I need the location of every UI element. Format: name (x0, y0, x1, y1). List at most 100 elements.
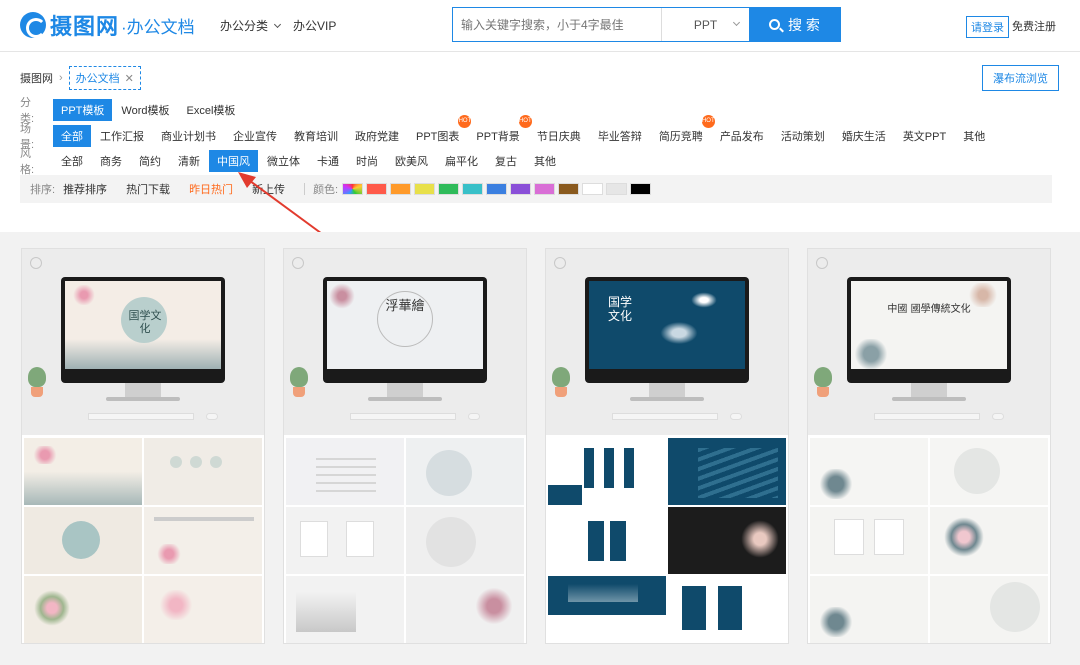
filter-style-option[interactable]: 卡通 (309, 150, 347, 172)
divider (304, 183, 306, 195)
filter-style-option[interactable]: 清新 (170, 150, 208, 172)
filter-style-option[interactable]: 欧美风 (387, 150, 436, 172)
search-icon (769, 19, 781, 30)
color-swatch[interactable] (390, 183, 412, 195)
filter-style-row: 风格: 全部 商务 简约 清新 中国风 微立体 卡通 时尚 欧美风 扁平化 复古 其他 (20, 145, 565, 177)
filter-style-option[interactable]: 微立体 (259, 150, 308, 172)
filter-scene-option[interactable]: 商业计划书 (153, 125, 224, 147)
template-card[interactable]: 国学文化 (21, 248, 265, 644)
breadcrumb-current-tag[interactable]: 办公文档 ✕ (68, 66, 141, 90)
watermark-icon (816, 257, 828, 269)
card-slide-title: 浮華繪 (385, 299, 425, 314)
template-card[interactable]: 中國 國學傳統文化 (807, 248, 1051, 644)
color-swatch[interactable] (414, 183, 436, 195)
top-header: 摄图网 ·办公文档 办公分类 办公VIP PPT 搜 索 请登录 免费注册 (0, 0, 1080, 52)
filter-style-option[interactable]: 全部 (53, 150, 91, 172)
sort-option[interactable]: 昨日热门 (189, 181, 233, 197)
search-type-select[interactable]: PPT (661, 8, 749, 41)
filter-scene-option[interactable]: 工作汇报 (92, 125, 152, 147)
monitor: 浮華繪 (323, 277, 487, 383)
login-button[interactable]: 请登录 (966, 16, 1009, 38)
register-link[interactable]: 免费注册 (1012, 18, 1056, 34)
monitor: 国学文化 (61, 277, 225, 383)
color-swatch[interactable] (606, 183, 628, 195)
filter-style-option[interactable]: 复古 (487, 150, 525, 172)
filter-style-option[interactable]: 中国风 (209, 150, 258, 172)
search-input[interactable] (453, 8, 661, 41)
color-swatch-all[interactable] (342, 183, 364, 195)
color-swatch[interactable] (558, 183, 580, 195)
filter-scene-option[interactable]: 英文PPT (895, 125, 954, 147)
watermark-icon (292, 257, 304, 269)
waterfall-view-button[interactable]: 瀑布流浏览 (982, 65, 1059, 91)
filter-scene-option[interactable]: 其他 (955, 125, 993, 147)
filter-scene-option[interactable]: 活动策划 (773, 125, 833, 147)
logo-text: 摄图网 (50, 14, 120, 40)
nav-office-vip[interactable]: 办公VIP (293, 17, 336, 34)
filter-scene-option[interactable]: PPT背景 HOT (468, 115, 532, 147)
plant-decoration (814, 367, 832, 397)
sort-label: 排序: (30, 184, 56, 196)
filter-scene-option[interactable]: 政府党建 (347, 125, 407, 147)
color-swatch[interactable] (486, 183, 508, 195)
filter-scene-option[interactable]: 毕业答辩 (590, 125, 650, 147)
filter-category-option[interactable]: Word模板 (113, 99, 177, 121)
close-icon[interactable]: ✕ (125, 73, 134, 85)
filter-style-option[interactable]: 简约 (131, 150, 169, 172)
card-thumbnails (22, 436, 264, 643)
chevron-down-icon (274, 20, 282, 29)
filter-style-option[interactable]: 扁平化 (437, 150, 486, 172)
site-logo[interactable]: 摄图网 ·办公文档 (20, 10, 195, 40)
nav-office-category[interactable]: 办公分类 (220, 17, 282, 34)
watermark-icon (30, 257, 42, 269)
watermark-icon (554, 257, 566, 269)
filter-scene-option[interactable]: PPT图表 HOT (408, 115, 472, 147)
filter-scene-option[interactable]: 节日庆典 (529, 125, 589, 147)
search-button[interactable]: 搜 索 (749, 8, 840, 41)
filter-scene-option[interactable]: 教育培训 (286, 125, 346, 147)
card-slide-title: 中國 國學傳統文化 (887, 304, 971, 315)
color-filter-label: 颜色: (313, 184, 339, 196)
color-swatch[interactable] (366, 183, 388, 195)
color-swatch[interactable] (438, 183, 460, 195)
filter-scene-option[interactable]: 企业宣传 (225, 125, 285, 147)
sort-option[interactable]: 推荐排序 (63, 181, 107, 197)
breadcrumb-root[interactable]: 摄图网 (20, 70, 53, 86)
plant-decoration (290, 367, 308, 397)
sort-option[interactable]: 新上传 (252, 181, 285, 197)
monitor: 国学文化 (585, 277, 749, 383)
monitor: 中國 國學傳統文化 (847, 277, 1011, 383)
filter-category-option[interactable]: Excel模板 (179, 99, 244, 121)
color-swatch[interactable] (630, 183, 652, 195)
search-button-label: 搜 索 (788, 16, 820, 33)
color-swatch[interactable] (534, 183, 556, 195)
plant-decoration (28, 367, 46, 397)
filter-scene-option[interactable]: 简历竞聘 HOT (651, 115, 715, 147)
sort-option[interactable]: 热门下载 (126, 181, 170, 197)
logo-subtitle: ·办公文档 (121, 17, 195, 37)
card-thumbnails (546, 436, 788, 643)
filter-style-label: 风格: (20, 148, 35, 176)
filter-style-option[interactable]: 时尚 (348, 150, 386, 172)
breadcrumb: 摄图网 › 办公文档 ✕ (20, 66, 141, 90)
filter-category-option[interactable]: PPT模板 (53, 99, 113, 121)
card-thumbnails (808, 436, 1050, 643)
search-type-value: PPT (693, 17, 718, 32)
template-card[interactable]: 国学文化 (545, 248, 789, 644)
color-swatch[interactable] (582, 183, 604, 195)
color-swatch[interactable] (462, 183, 484, 195)
card-slide-title: 国学文化 (607, 295, 632, 323)
sort-bar: 排序: 推荐排序 热门下载 昨日热门 新上传 颜色: (20, 175, 1052, 203)
color-swatch[interactable] (510, 183, 532, 195)
card-thumbnails (284, 436, 526, 643)
filter-scene-option[interactable]: 产品发布 (712, 125, 772, 147)
filter-scene-option[interactable]: 全部 (53, 125, 91, 147)
breadcrumb-current-label: 办公文档 (75, 73, 120, 85)
filter-style-option[interactable]: 其他 (526, 150, 564, 172)
template-card[interactable]: 浮華繪 (283, 248, 527, 644)
filter-scene-option[interactable]: 婚庆生活 (834, 125, 894, 147)
card-slide-title: 国学文化 (128, 309, 162, 335)
search-bar: PPT 搜 索 (452, 7, 841, 42)
filter-style-option[interactable]: 商务 (92, 150, 130, 172)
chevron-right-icon: › (59, 72, 63, 84)
